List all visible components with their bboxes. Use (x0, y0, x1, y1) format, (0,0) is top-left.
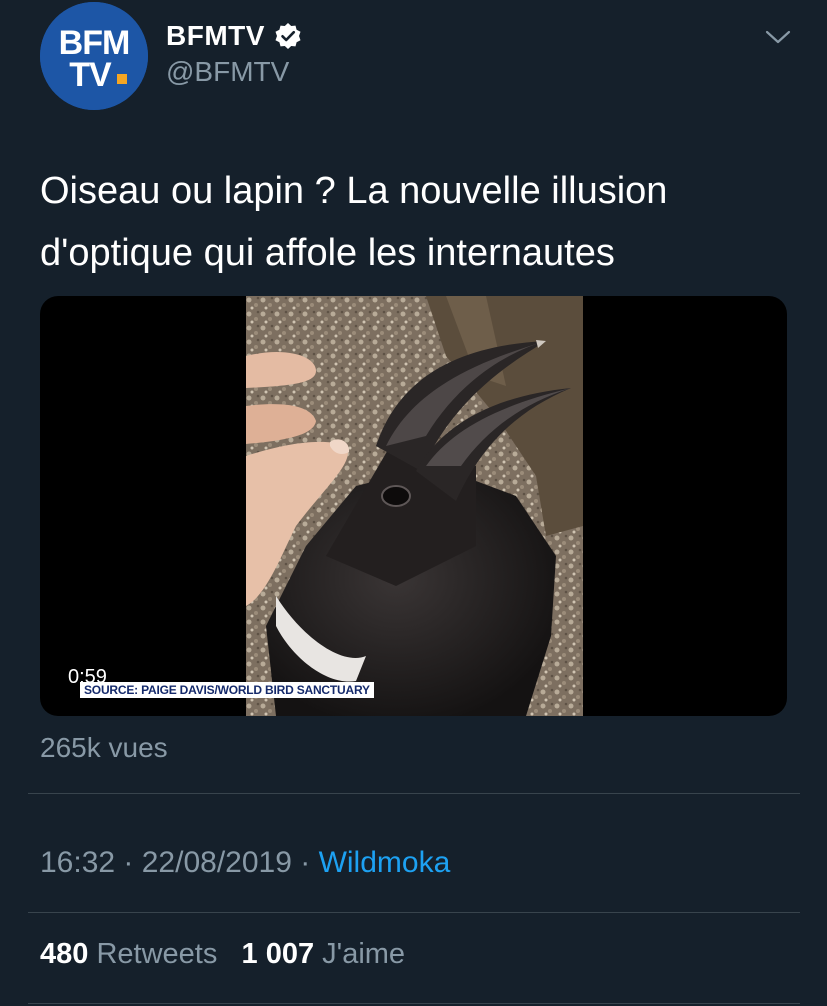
divider (28, 912, 800, 913)
bfmtv-logo: BFM TV (40, 2, 148, 110)
divider (28, 793, 800, 794)
retweets-label: Retweets (96, 938, 218, 970)
retweets-stat[interactable]: 480 Retweets (40, 938, 217, 970)
view-count: 265k vues (40, 732, 168, 763)
chevron-down-icon (765, 30, 791, 44)
video-source-caption: SOURCE: PAIGE DAVIS/WORLD BIRD SANCTUARY (80, 682, 374, 698)
likes-count: 1 007 (241, 938, 315, 970)
video-thumbnail (246, 296, 583, 716)
divider (28, 1003, 800, 1004)
tweet-stats: 480 Retweets 1 007 J'aime (40, 938, 405, 971)
author-handle[interactable]: @BFMTV (166, 56, 289, 88)
source-app-link[interactable]: Wildmoka (319, 846, 451, 879)
tweet-menu-button[interactable] (760, 22, 796, 52)
tweet-time[interactable]: 16:32 (40, 846, 115, 879)
tweet-text: Oiseau ou lapin ? La nouvelle illusion d… (40, 170, 668, 274)
tweet-date[interactable]: 22/08/2019 (142, 846, 292, 879)
avatar[interactable]: BFM TV (40, 2, 148, 110)
author-name-row[interactable]: BFMTV (166, 18, 303, 54)
author-display-name[interactable]: BFMTV (166, 20, 265, 52)
video-player[interactable]: 0:59 SOURCE: PAIGE DAVIS/WORLD BIRD SANC… (40, 296, 787, 716)
likes-stat[interactable]: 1 007 J'aime (242, 938, 406, 970)
meta-separator: · (123, 846, 142, 879)
tweet-meta: 16:32 · 22/08/2019 · Wildmoka (40, 846, 450, 880)
likes-label: J'aime (322, 938, 406, 970)
verified-badge-icon (273, 21, 303, 51)
meta-separator: · (300, 846, 319, 879)
retweets-count: 480 (40, 938, 89, 970)
svg-text:TV: TV (69, 56, 112, 94)
